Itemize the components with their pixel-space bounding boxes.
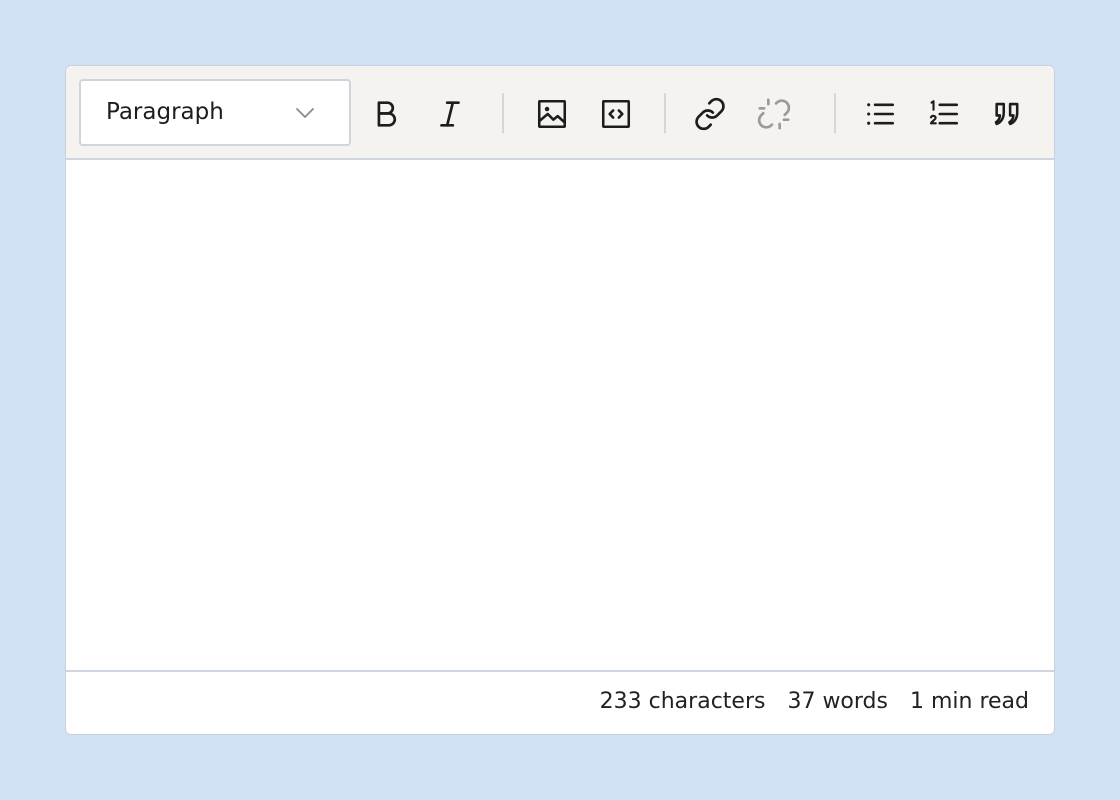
toolbar-separator [834, 93, 836, 133]
unlink-icon [757, 98, 791, 130]
toolbar-separator [664, 93, 666, 133]
bullet-list-button[interactable] [860, 94, 900, 134]
image-icon [537, 99, 567, 129]
editor-content-area[interactable] [66, 160, 1054, 670]
read-time: 1 min read [909, 689, 1029, 714]
insert-embed-button[interactable] [596, 94, 636, 134]
word-count: 37 words [787, 689, 888, 714]
bold-icon [377, 101, 397, 127]
italic-button[interactable] [430, 94, 470, 134]
rich-text-editor: Paragraph 233 characters 37 words 1 min … [65, 65, 1055, 735]
code-embed-icon [601, 99, 631, 129]
toolbar-separator [502, 93, 504, 133]
insert-link-button[interactable] [690, 94, 730, 134]
insert-image-button[interactable] [532, 94, 572, 134]
blockquote-button[interactable] [988, 94, 1028, 134]
numbered-list-icon [929, 100, 959, 125]
link-icon [695, 97, 725, 131]
bullet-list-icon [867, 103, 895, 125]
editor-stats: 233 characters 37 words 1 min read [600, 672, 1029, 732]
block-format-value: Paragraph [106, 99, 224, 125]
character-count: 233 characters [599, 689, 766, 714]
remove-link-button[interactable] [754, 94, 794, 134]
quote-icon [994, 102, 1019, 126]
numbered-list-button[interactable] [924, 94, 964, 134]
block-format-select[interactable]: Paragraph [79, 79, 351, 146]
editor-toolbar: Paragraph [66, 66, 1054, 160]
editor-footer: 233 characters 37 words 1 min read [66, 670, 1054, 734]
bold-button[interactable] [366, 94, 406, 134]
italic-icon [440, 101, 460, 127]
chevron-down-icon [296, 108, 314, 118]
